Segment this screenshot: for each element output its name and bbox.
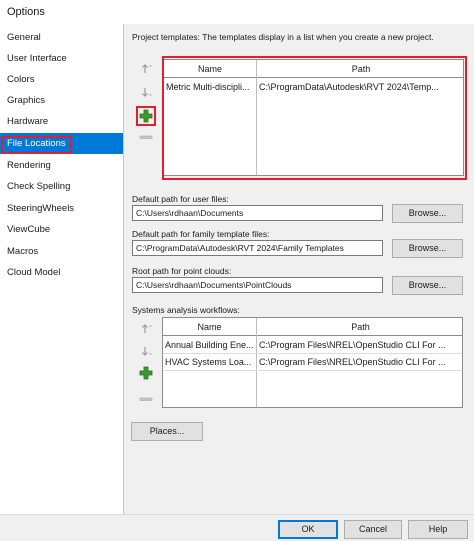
point-clouds-label: Root path for point clouds: — [132, 266, 232, 276]
template-name-cell[interactable]: Metric Multi-discipli... — [164, 79, 256, 96]
move-up-icon[interactable] — [140, 322, 154, 336]
column-divider — [256, 60, 257, 175]
sidebar-item-colors[interactable]: Colors — [0, 69, 123, 90]
workflow-path-cell[interactable]: C:\Program Files\NREL\OpenStudio CLI For… — [257, 337, 462, 354]
template-path-cell[interactable]: C:\ProgramData\Autodesk\RVT 2024\Temp... — [257, 79, 463, 96]
analysis-workflows-table: Name Path Annual Building Ene... C:\Prog… — [162, 317, 463, 408]
family-templates-browse-button[interactable]: Browse... — [392, 239, 463, 258]
window-title: Options — [7, 6, 45, 18]
column-header-name[interactable]: Name — [164, 60, 256, 78]
point-clouds-browse-button[interactable]: Browse... — [392, 276, 463, 295]
point-clouds-path-field[interactable]: C:\Users\rdhaan\Documents\PointClouds — [132, 277, 383, 293]
ok-button[interactable]: OK — [278, 520, 338, 539]
family-templates-path-field[interactable]: C:\ProgramData\Autodesk\RVT 2024\Family … — [132, 240, 383, 256]
family-templates-label: Default path for family template files: — [132, 229, 270, 239]
sidebar-item-steeringwheels[interactable]: SteeringWheels — [0, 198, 123, 219]
workflow-name-cell[interactable]: Annual Building Ene... — [163, 337, 256, 354]
sidebar-item-graphics[interactable]: Graphics — [0, 90, 123, 111]
options-dialog: Options General User Interface Colors Gr… — [0, 0, 474, 541]
sidebar-item-user-interface[interactable]: User Interface — [0, 48, 123, 69]
cancel-button[interactable]: Cancel — [344, 520, 402, 539]
workflow-name-cell[interactable]: HVAC Systems Loa... — [163, 354, 256, 371]
add-icon[interactable] — [139, 366, 153, 380]
places-button[interactable]: Places... — [131, 422, 203, 441]
move-down-icon[interactable] — [140, 344, 154, 358]
column-header-path[interactable]: Path — [257, 60, 463, 78]
move-down-icon[interactable] — [140, 85, 154, 99]
sidebar-item-file-locations[interactable]: File Locations — [0, 133, 123, 154]
project-templates-table: Name Path Metric Multi-discipli... C:\Pr… — [163, 59, 464, 176]
sidebar-item-rendering[interactable]: Rendering — [0, 155, 123, 176]
title-bar: Options — [0, 0, 474, 24]
sidebar-item-hardware[interactable]: Hardware — [0, 111, 123, 132]
dialog-footer: OK Cancel Help — [0, 514, 474, 541]
sidebar-item-general[interactable]: General — [0, 27, 123, 48]
sidebar-item-macros[interactable]: Macros — [0, 241, 123, 262]
sidebar-item-viewcube[interactable]: ViewCube — [0, 219, 123, 240]
sidebar-item-cloud-model[interactable]: Cloud Model — [0, 262, 123, 283]
sidebar-item-check-spelling[interactable]: Check Spelling — [0, 176, 123, 197]
column-header-path[interactable]: Path — [257, 318, 462, 336]
remove-icon[interactable] — [139, 392, 153, 406]
remove-icon[interactable] — [139, 130, 153, 144]
move-up-icon[interactable] — [140, 62, 154, 76]
user-files-path-field[interactable]: C:\Users\rdhaan\Documents — [132, 205, 383, 221]
add-icon[interactable] — [139, 109, 153, 123]
project-templates-description: Project templates: The templates display… — [132, 32, 434, 42]
help-button[interactable]: Help — [408, 520, 468, 539]
user-files-browse-button[interactable]: Browse... — [392, 204, 463, 223]
analysis-workflows-label: Systems analysis workflows: — [132, 305, 240, 315]
row-divider — [163, 370, 462, 371]
workflow-path-cell[interactable]: C:\Program Files\NREL\OpenStudio CLI For… — [257, 354, 462, 371]
column-header-name[interactable]: Name — [163, 318, 256, 336]
category-list: General User Interface Colors Graphics H… — [0, 24, 124, 514]
user-files-label: Default path for user files: — [132, 194, 229, 204]
